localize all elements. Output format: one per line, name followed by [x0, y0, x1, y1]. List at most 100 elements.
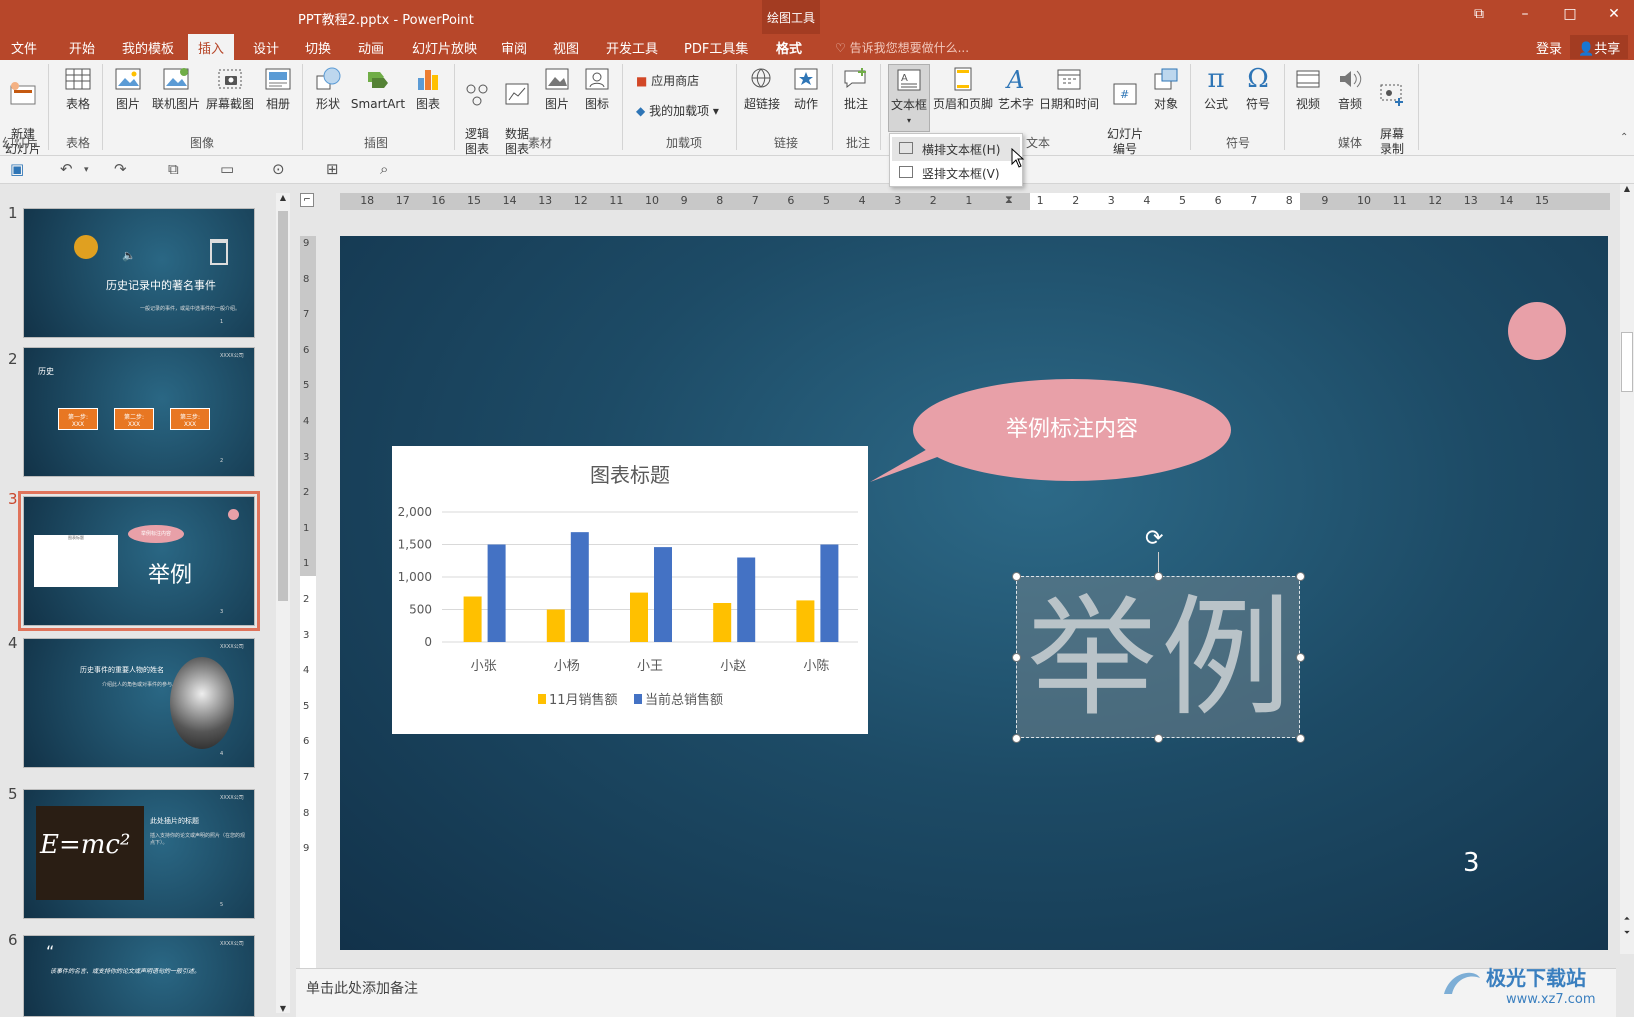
- separator: [832, 64, 833, 150]
- picture2-button[interactable]: 图片: [540, 64, 574, 112]
- tab-transitions[interactable]: 切换: [305, 38, 331, 57]
- equation-button[interactable]: π 公式: [1198, 64, 1234, 112]
- resize-handle-n[interactable]: [1154, 572, 1163, 581]
- notes-pane[interactable]: 单击此处添加备注: [296, 968, 1616, 1017]
- format-qat-icon[interactable]: ⊞: [326, 160, 339, 178]
- object-button[interactable]: 对象: [1148, 64, 1184, 112]
- my-addins-button[interactable]: ◆ 我的加载项 ▾: [636, 102, 719, 119]
- resize-handle-se[interactable]: [1296, 734, 1305, 743]
- undo-icon[interactable]: ↶: [60, 160, 73, 178]
- share-button[interactable]: 👤共享: [1570, 35, 1629, 59]
- slide-thumbnail-4[interactable]: 历史事件的重要人物的姓名 介绍此人的角色或对事件的参与。 XXXX公司 4: [23, 638, 255, 768]
- online-picture-button[interactable]: 联机图片: [150, 64, 202, 112]
- save-icon[interactable]: ▣: [10, 160, 24, 178]
- tab-format[interactable]: 格式: [776, 38, 802, 57]
- slide-scrollbar[interactable]: ▲ ⏶ ⏷: [1620, 184, 1634, 954]
- horizontal-textbox-item[interactable]: 横排文本框(H): [892, 137, 1020, 161]
- chart-object[interactable]: 图表标题 0 500 1,000 1,500 2,000 小张 小杨 小王 小赵 小陈 11月销售额 当…: [392, 446, 868, 734]
- slide-number-label: 幻灯片 编号: [1106, 127, 1143, 156]
- tab-file[interactable]: 文件: [11, 38, 37, 57]
- vertical-ruler[interactable]: 9 8 7 6 5 4 3 2 1 1 2 3 4 5 6 7 8 9: [300, 236, 316, 976]
- symbol-button[interactable]: Ω 符号: [1240, 64, 1276, 112]
- resize-handle-ne[interactable]: [1296, 572, 1305, 581]
- tab-my-templates[interactable]: 我的模板: [122, 38, 174, 57]
- decorative-circle[interactable]: [1508, 302, 1566, 360]
- slide-canvas[interactable]: 图表标题 0 500 1,000 1,500 2,000 小张 小杨 小王 小赵 小陈 11月销售额 当…: [340, 236, 1608, 950]
- thumbnail-scrollbar[interactable]: ▲ ▼: [276, 193, 290, 1013]
- logic-chart-button[interactable]: 逻辑 图表: [460, 64, 494, 157]
- ribbon-display-options-icon[interactable]: ⧉: [1459, 6, 1499, 22]
- minimize-icon[interactable]: –: [1505, 6, 1545, 22]
- tab-animations[interactable]: 动画: [358, 38, 384, 57]
- video-button[interactable]: 视频: [1290, 64, 1326, 112]
- slide-scroll-thumb[interactable]: [1621, 332, 1633, 392]
- resize-handle-nw[interactable]: [1012, 572, 1021, 581]
- album-button[interactable]: 相册: [260, 64, 296, 112]
- tab-review[interactable]: 审阅: [501, 38, 527, 57]
- chart-button[interactable]: 图表: [410, 64, 446, 112]
- comment-button[interactable]: 批注: [838, 64, 874, 112]
- pi-icon: π: [1207, 63, 1225, 94]
- slide-thumbnail-2[interactable]: 历史 XXXX公司 第一步: XXX 第二步: XXX 第三步: XXX 2: [23, 347, 255, 477]
- screenshot-button[interactable]: 屏幕截图: [204, 64, 256, 112]
- tab-home[interactable]: 开始: [69, 38, 95, 57]
- resize-handle-sw[interactable]: [1012, 734, 1021, 743]
- tab-view[interactable]: 视图: [553, 38, 579, 57]
- tab-slideshow[interactable]: 幻灯片放映: [412, 38, 477, 57]
- smartart-button[interactable]: SmartArt: [350, 64, 406, 112]
- textbox-qat-icon[interactable]: ▭: [220, 160, 234, 178]
- screen-recording-button[interactable]: 屏幕 录制: [1374, 64, 1410, 157]
- textbox-button[interactable]: A 文本框 ▾: [888, 64, 930, 132]
- table-icon: [63, 64, 93, 94]
- resize-handle-s[interactable]: [1154, 734, 1163, 743]
- prev-slide-icon[interactable]: ⏶: [1620, 914, 1634, 924]
- tell-me-search[interactable]: ♡ 告诉我您想要做什么...: [835, 39, 969, 56]
- horizontal-ruler[interactable]: ⧗ 18 17 16 15 14 13 12 11 10 9 8 7 6 5 4 3 2 1 1 2 3 4 5 6 7 8 9 10…: [340, 193, 1610, 210]
- maximize-icon[interactable]: □: [1550, 6, 1590, 22]
- callout-bubble[interactable]: 举例标注内容: [913, 379, 1231, 481]
- new-slide-qat-icon[interactable]: ⧉: [168, 160, 179, 178]
- shapes-button[interactable]: 形状: [310, 64, 346, 112]
- slide-scroll-up-icon[interactable]: ▲: [1620, 184, 1634, 193]
- redo-icon[interactable]: ↷: [114, 160, 127, 178]
- tab-design[interactable]: 设计: [253, 38, 279, 57]
- preview-qat-icon[interactable]: ⌕: [380, 160, 388, 178]
- resize-handle-w[interactable]: [1012, 653, 1021, 662]
- tab-insert[interactable]: 插入: [188, 34, 235, 60]
- tab-developer[interactable]: 开发工具: [606, 38, 658, 57]
- thumbnail-scroll-up-icon[interactable]: ▲: [276, 193, 290, 202]
- undo-dropdown-icon[interactable]: ▾: [84, 165, 89, 175]
- slide-thumbnail-1[interactable]: 🔈 历史记录中的著名事件 一般记录的事件，或是中选事件的一般介绍。 1: [23, 208, 255, 338]
- slide-thumbnail-6[interactable]: “ 该事件的名言、或支持你的论文或声明语句的一般引述。 XXXX公司: [23, 935, 255, 1017]
- table-button[interactable]: 表格: [60, 64, 96, 112]
- slide-thumbnail-3[interactable]: 图表标题 举例标注内容 举例 3: [18, 491, 260, 631]
- next-slide-icon[interactable]: ⏷: [1620, 928, 1634, 938]
- indent-marker-icon[interactable]: ⧗: [1005, 193, 1013, 207]
- ruler-corner-icon[interactable]: ⌐: [300, 193, 314, 207]
- selected-textbox[interactable]: 举例: [1012, 572, 1305, 743]
- collapse-ribbon-icon[interactable]: ⌃: [1620, 132, 1628, 143]
- rotate-handle-icon[interactable]: ⟳: [1145, 526, 1163, 551]
- watermark-swirl-icon: [1444, 972, 1480, 994]
- close-icon[interactable]: ✕: [1594, 6, 1634, 22]
- resize-handle-e[interactable]: [1296, 653, 1305, 662]
- textbox-text[interactable]: 举例: [1027, 583, 1295, 733]
- slide-number-button[interactable]: # 幻灯片 编号: [1104, 64, 1146, 157]
- wordart-button[interactable]: A 艺术字: [996, 64, 1036, 112]
- action-button[interactable]: 动作: [788, 64, 824, 112]
- header-footer-button[interactable]: 页眉和页脚: [932, 64, 994, 112]
- login-link[interactable]: 登录: [1536, 38, 1562, 57]
- vertical-textbox-item[interactable]: 竖排文本框(V): [892, 161, 1020, 185]
- thumbnail-scroll-down-icon[interactable]: ▼: [276, 1004, 290, 1013]
- shape-qat-icon[interactable]: ⊙: [272, 160, 285, 178]
- slide-thumbnail-5[interactable]: E=mc² 此处插片的标题 插入支持你的论文或声明的照片（在您的观点下）。 XX…: [23, 789, 255, 919]
- audio-button[interactable]: 音频: [1332, 64, 1368, 112]
- hyperlink-button[interactable]: 超链接: [742, 64, 782, 112]
- tab-pdf-tools[interactable]: PDF工具集: [684, 38, 748, 57]
- thumbnail-scroll-thumb[interactable]: [278, 211, 288, 601]
- picture-button[interactable]: 图片: [110, 64, 146, 112]
- datetime-button[interactable]: 日期和时间: [1038, 64, 1100, 112]
- notes-placeholder[interactable]: 单击此处添加备注: [306, 978, 418, 998]
- icon-button[interactable]: 图标: [580, 64, 614, 112]
- app-store-button[interactable]: ■ 应用商店: [636, 72, 699, 89]
